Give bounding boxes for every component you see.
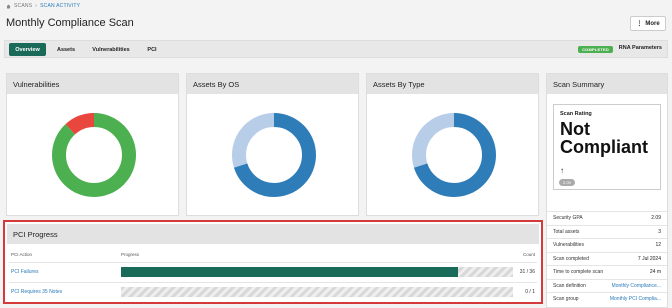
pci-row: PCI Failures 31 / 36: [9, 262, 537, 280]
tab-vulnerabilities[interactable]: Vulnerabilities: [87, 43, 135, 56]
summary-row: Scan definition Monthly Compliance...: [547, 278, 667, 293]
status-badge: COMPLETED: [578, 46, 613, 53]
pci-requires-notes-count: 0 / 1: [525, 289, 535, 295]
summary-row-label: Scan group: [553, 296, 579, 303]
tab-pci[interactable]: PCI: [144, 43, 160, 56]
pci-col-count: Count: [522, 252, 535, 257]
scan-rating-label: Scan Rating: [560, 111, 592, 117]
pci-failures-progress-fill: [121, 267, 459, 277]
scan-summary-title: Scan Summary: [547, 74, 667, 94]
tab-bar: Overview Assets Vulnerabilities PCI COMP…: [4, 40, 668, 58]
assets-by-os-card: Assets By OS: [186, 73, 359, 216]
arrow-up-icon: ↑: [560, 166, 564, 175]
more-vertical-icon: ⋮: [636, 21, 643, 27]
assets-by-os-donut-chart: [232, 113, 316, 197]
pci-col-progress: Progress: [121, 252, 140, 257]
breadcrumb-root[interactable]: SCANS: [14, 3, 32, 9]
summary-row-value: 3: [658, 228, 661, 235]
more-button-label: More: [645, 20, 660, 27]
summary-row-label: Scan definition: [553, 282, 586, 289]
scan-summary-rows: Security GPA 2.09 Total assets 3 Vulnerabili…: [547, 211, 667, 306]
pci-column-headers: PCI Action Progress Count: [9, 250, 537, 260]
pci-requires-notes-progress-bar: [121, 287, 513, 297]
assets-by-type-card-title: Assets By Type: [367, 74, 538, 94]
page-title: Monthly Compliance Scan: [6, 17, 134, 29]
assets-by-type-card: Assets By Type: [366, 73, 539, 216]
summary-row-label: Security GPA: [553, 215, 583, 222]
assets-by-os-card-title: Assets By OS: [187, 74, 358, 94]
summary-row-value: 2.09: [651, 215, 661, 222]
assets-by-type-donut-chart: [412, 113, 496, 197]
pci-failures-progress-bar: [121, 267, 513, 277]
vulnerabilities-card-title: Vulnerabilities: [7, 74, 178, 94]
pci-progress-card: PCI Progress PCI Action Progress Count P…: [3, 220, 543, 304]
rating-score-badge: 2.09: [559, 179, 575, 186]
pci-progress-title: PCI Progress: [7, 224, 539, 244]
summary-row-label: Time to complete scan: [553, 269, 604, 276]
home-icon[interactable]: [6, 4, 11, 9]
summary-row: Scan completed 7 Jul 2024: [547, 251, 667, 266]
summary-row-value[interactable]: Monthly Compliance...: [612, 283, 661, 289]
breadcrumb-current[interactable]: SCAN ACTIVITY: [40, 3, 80, 9]
scan-rating-value: Not Compliant: [560, 119, 648, 157]
summary-row: Vulnerabilities 12: [547, 238, 667, 252]
rna-parameters-link[interactable]: RNA Parameters: [619, 45, 662, 51]
summary-row-value: 7 Jul 2024: [637, 255, 661, 262]
summary-row-value[interactable]: Monthly PCI Complia...: [610, 296, 661, 302]
pci-failures-count: 31 / 36: [519, 269, 535, 275]
donut-slice[interactable]: [52, 113, 136, 197]
summary-row: Scan group Monthly PCI Complia...: [547, 292, 667, 306]
breadcrumb-separator: ›: [35, 3, 38, 9]
summary-row: Time to complete scan 24 m: [547, 265, 667, 279]
summary-row-value: 24 m: [649, 269, 661, 276]
pci-requires-notes-link[interactable]: PCI Requires 35 Notes: [11, 289, 62, 295]
scan-summary-card: Scan Summary Scan Rating Not Compliant ↑…: [546, 73, 668, 308]
pci-col-action: PCI Action: [11, 252, 33, 257]
pci-failures-link[interactable]: PCI Failures: [11, 269, 39, 275]
summary-row: Security GPA 2.09: [547, 211, 667, 225]
summary-row-value: 12: [655, 242, 661, 249]
pci-row: PCI Requires 35 Notes 0 / 1: [9, 282, 537, 300]
summary-row: Total assets 3: [547, 224, 667, 239]
more-button[interactable]: ⋮ More: [630, 16, 666, 31]
vulnerabilities-donut-chart: [52, 113, 136, 197]
summary-row-label: Vulnerabilities: [553, 242, 584, 249]
tab-assets[interactable]: Assets: [53, 43, 79, 56]
vulnerabilities-card: Vulnerabilities: [6, 73, 179, 216]
summary-row-label: Scan completed: [553, 255, 589, 262]
summary-row-label: Total assets: [553, 228, 580, 235]
scan-rating-box: Scan Rating Not Compliant ↑ 2.09: [553, 104, 661, 190]
tab-overview[interactable]: Overview: [9, 43, 46, 56]
breadcrumb: SCANS › SCAN ACTIVITY: [6, 3, 80, 9]
